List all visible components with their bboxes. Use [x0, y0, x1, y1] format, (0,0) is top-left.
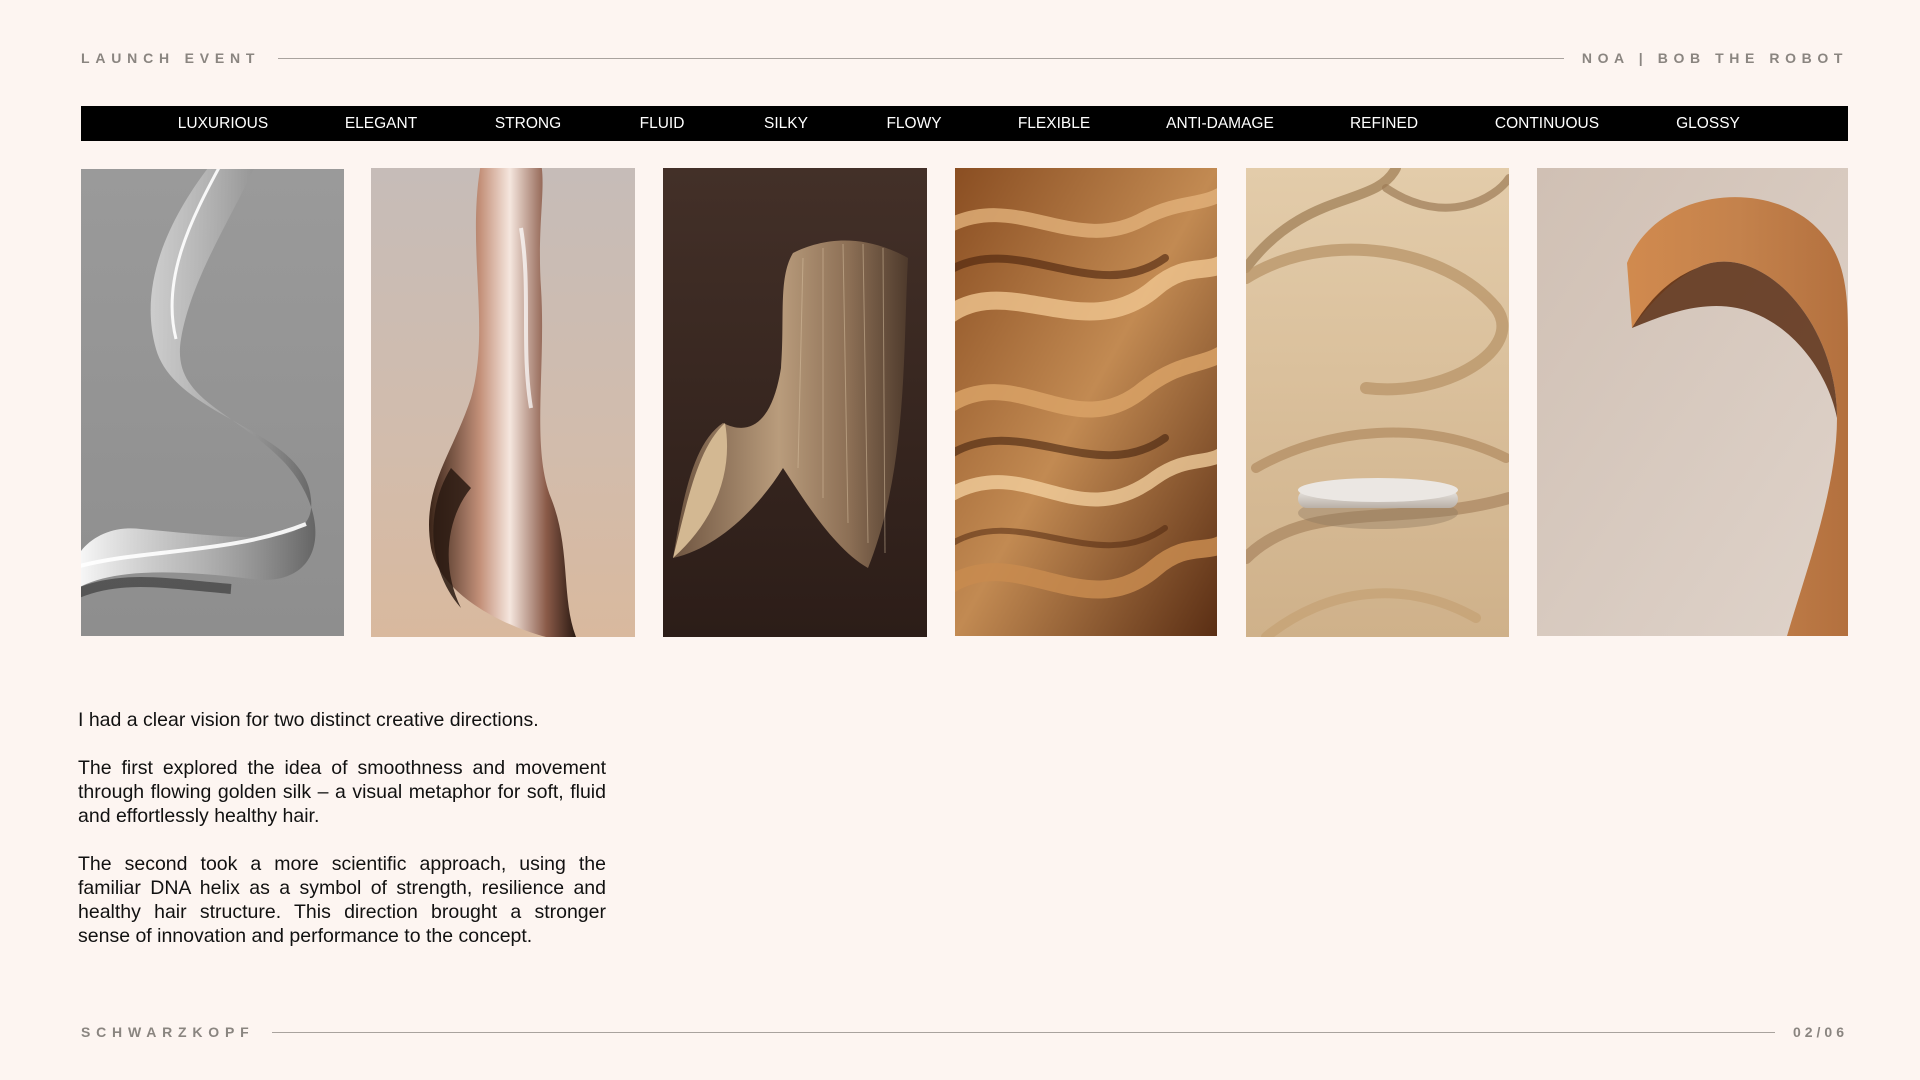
keyword-item: SILKY	[764, 115, 808, 132]
liquid-metal-illustration	[371, 168, 635, 637]
moodboard-image-wavy-hair	[955, 168, 1217, 636]
wavy-hair-illustration	[955, 168, 1217, 636]
keyword-item: FLEXIBLE	[1017, 115, 1091, 132]
direction-one-paragraph: The first explored the idea of smoothnes…	[78, 757, 606, 827]
moodboard-image-clear-ribbon	[81, 169, 344, 636]
clear-ribbon-illustration	[81, 169, 344, 636]
keyword-item: CONTINUOUS	[1494, 115, 1600, 132]
event-label: LAUNCH EVENT	[81, 50, 261, 66]
moodboard-image-cork-curve	[1537, 168, 1848, 636]
footer-divider	[272, 1031, 1775, 1033]
header-divider	[278, 57, 1564, 59]
page-indicator: 02/06	[1792, 1024, 1848, 1040]
direction-two-paragraph: The second took a more scientific approa…	[78, 853, 606, 947]
keyword-item: REFINED	[1349, 115, 1419, 132]
keyword-item: FLUID	[639, 115, 685, 132]
moodboard-image-liquid-metal	[371, 168, 635, 637]
keyword-item: ELEGANT	[344, 115, 418, 132]
slide-footer: SCHWARZKOPF 02/06	[81, 1024, 1848, 1040]
moodboard-image-silk-ribbons	[1246, 168, 1509, 637]
keyword-item: STRONG	[494, 115, 562, 132]
silk-ribbons-illustration	[1246, 168, 1509, 637]
intro-paragraph: I had a clear vision for two distinct cr…	[78, 709, 539, 731]
brand-label: SCHWARZKOPF	[81, 1024, 255, 1040]
keyword-item: FLOWY	[886, 115, 942, 132]
cork-curve-illustration	[1537, 168, 1848, 636]
hair-strand-illustration	[663, 168, 927, 637]
project-label: NOA | BOB THE ROBOT	[1581, 50, 1848, 66]
slide-header: LAUNCH EVENT NOA | BOB THE ROBOT	[81, 50, 1848, 66]
body-copy: I had a clear vision for two distinct cr…	[78, 708, 606, 972]
keyword-item: ANTI-DAMAGE	[1166, 115, 1274, 132]
keyword-bar: LUXURIOUS ELEGANT STRONG FLUID SILKY FLO…	[81, 106, 1848, 141]
moodboard-image-hair-strand	[663, 168, 927, 637]
keyword-item: LUXURIOUS	[177, 115, 269, 132]
keyword-item: GLOSSY	[1676, 115, 1740, 132]
